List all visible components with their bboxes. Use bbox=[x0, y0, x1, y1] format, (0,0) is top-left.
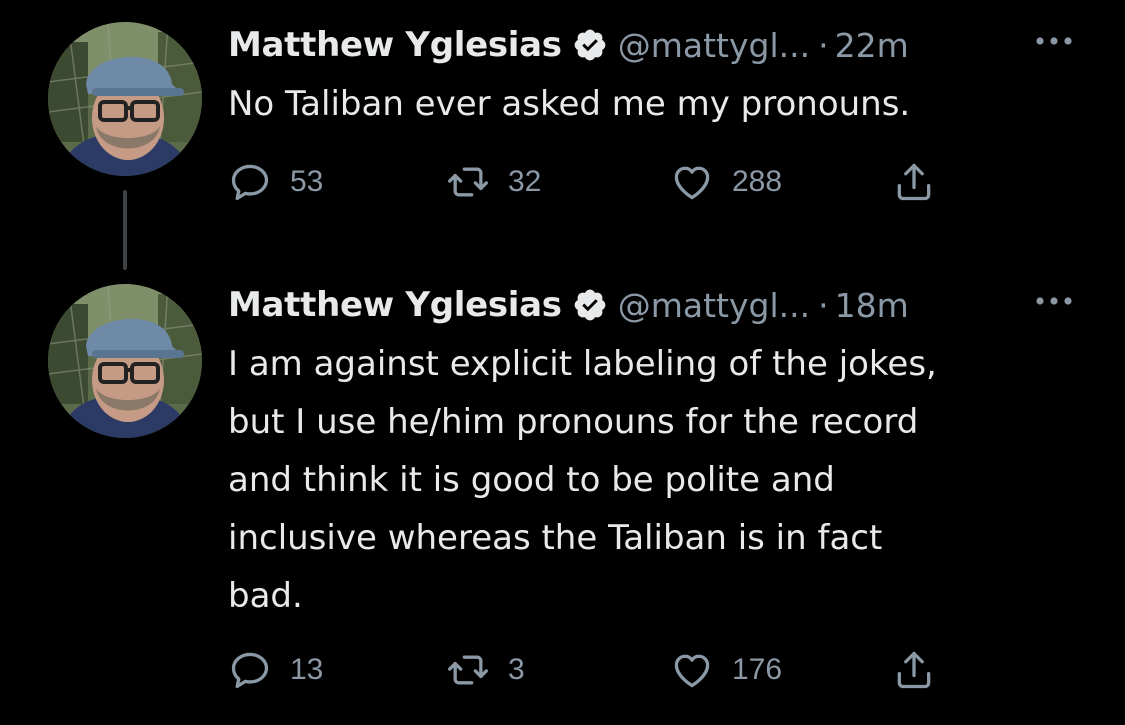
verified-badge-icon bbox=[572, 287, 608, 323]
more-horizontal-icon[interactable] bbox=[1032, 26, 1076, 56]
tweet-actions: 13 3 176 bbox=[228, 646, 988, 694]
author-name[interactable]: Matthew Yglesias bbox=[228, 285, 562, 325]
avatar[interactable] bbox=[48, 284, 202, 438]
separator-dot: · bbox=[818, 25, 829, 65]
like-count: 176 bbox=[732, 653, 783, 686]
share-button[interactable] bbox=[892, 158, 936, 206]
like-button[interactable]: 288 bbox=[670, 158, 782, 206]
verified-badge-icon bbox=[572, 27, 608, 63]
reply-count: 53 bbox=[290, 165, 324, 198]
retweet-icon bbox=[446, 648, 490, 692]
retweet-count: 3 bbox=[508, 653, 525, 686]
tweet-actions: 53 32 288 bbox=[228, 158, 988, 206]
thread-connector-line bbox=[123, 190, 127, 270]
author-handle[interactable]: @mattygl... bbox=[618, 26, 810, 65]
avatar[interactable] bbox=[48, 22, 202, 176]
like-button[interactable]: 176 bbox=[670, 646, 782, 694]
heart-icon bbox=[670, 160, 714, 204]
reply-icon bbox=[228, 648, 272, 692]
share-button[interactable] bbox=[892, 646, 936, 694]
tweet-header: Matthew Yglesias @mattygl... · 22m bbox=[228, 20, 1088, 70]
author-name[interactable]: Matthew Yglesias bbox=[228, 25, 562, 65]
tweet[interactable]: Matthew Yglesias @mattygl... · 22m No Ta… bbox=[0, 0, 1125, 270]
retweet-count: 32 bbox=[508, 165, 542, 198]
tweet-timestamp[interactable]: 22m bbox=[835, 26, 909, 65]
tweet-text: I am against explicit labeling of the jo… bbox=[228, 344, 937, 616]
tweet-timestamp[interactable]: 18m bbox=[835, 286, 909, 325]
reply-icon bbox=[228, 160, 272, 204]
retweet-button[interactable]: 32 bbox=[446, 158, 541, 206]
like-count: 288 bbox=[732, 165, 783, 198]
retweet-button[interactable]: 3 bbox=[446, 646, 525, 694]
retweet-icon bbox=[446, 160, 490, 204]
tweet[interactable]: Matthew Yglesias @mattygl... · 18m I am … bbox=[0, 268, 1125, 725]
author-handle[interactable]: @mattygl... bbox=[618, 286, 810, 325]
heart-icon bbox=[670, 648, 714, 692]
more-horizontal-icon[interactable] bbox=[1032, 286, 1076, 316]
tweet-header: Matthew Yglesias @mattygl... · 18m bbox=[228, 280, 1088, 330]
share-icon bbox=[892, 160, 936, 204]
reply-count: 13 bbox=[290, 653, 324, 686]
share-icon bbox=[892, 648, 936, 692]
tweet-text: No Taliban ever asked me my pronouns. bbox=[228, 84, 911, 124]
separator-dot: · bbox=[818, 285, 829, 325]
reply-button[interactable]: 53 bbox=[228, 158, 323, 206]
reply-button[interactable]: 13 bbox=[228, 646, 323, 694]
